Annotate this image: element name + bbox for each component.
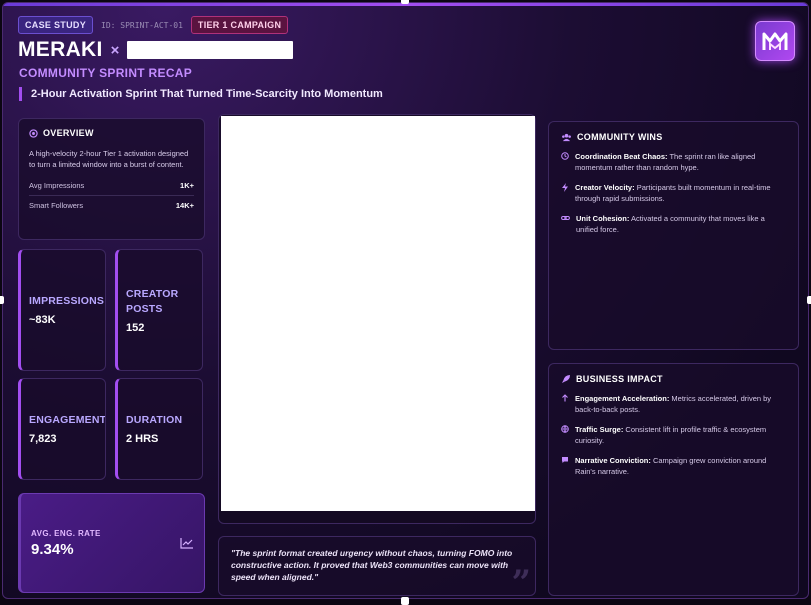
business-impact-heading: BUSINESS IMPACT — [561, 374, 786, 384]
chat-bubble-icon — [562, 457, 568, 463]
impact-item-narrative: Narrative Conviction: Campaign grew conv… — [561, 455, 786, 477]
brand-logo — [755, 21, 795, 61]
metric-duration: DURATION 2 HRS — [115, 378, 203, 480]
link-icon — [561, 216, 570, 220]
trend-chart-icon — [180, 538, 193, 549]
resize-handle-top[interactable] — [401, 0, 409, 4]
case-study-badge: CASE STUDY — [18, 16, 94, 34]
win-item-creator-velocity: Creator Velocity: Participants built mom… — [561, 182, 786, 204]
quote-mark-icon: ” — [511, 563, 531, 599]
people-icon — [562, 133, 571, 141]
case-id-label: ID: SPRINT-ACT-01 — [101, 20, 183, 30]
globe-icon — [561, 425, 569, 433]
resize-handle-bottom[interactable] — [401, 597, 409, 605]
metric-avg-eng-rate: AVG. ENG. RATE 9.34% — [18, 493, 205, 593]
tier-badge: TIER 1 CAMPAIGN — [190, 16, 289, 34]
community-wins-card: COMMUNITY WINS Coordination Beat Chaos: … — [548, 121, 799, 350]
resize-handle-right[interactable] — [807, 296, 811, 304]
resize-handle-left[interactable] — [0, 296, 4, 304]
metric-impressions: IMPRESSIONS ~83K — [18, 249, 106, 371]
meraki-logo-icon — [762, 32, 788, 50]
business-impact-card: BUSINESS IMPACT Engagement Acceleration:… — [548, 363, 799, 596]
clock-icon — [561, 152, 569, 160]
testimonial-quote: "The sprint format created urgency witho… — [218, 536, 536, 599]
lightning-icon — [562, 183, 568, 192]
page-subtitle: COMMUNITY SPRINT RECAP — [19, 66, 193, 80]
impact-item-engagement: Engagement Acceleration: Metrics acceler… — [561, 393, 786, 415]
stat-smart-followers: Smart Followers 14K+ — [29, 201, 194, 210]
quote-text: "The sprint format created urgency witho… — [231, 548, 513, 582]
page-title: MERAKI — [18, 38, 103, 61]
metric-creator-posts: CREATOR POSTS 152 — [115, 249, 203, 371]
arrow-up-icon — [562, 394, 568, 402]
stat-avg-impressions: Avg Impressions 1K+ — [29, 176, 194, 196]
metric-engagements: ENGAGEMENTS 7,823 — [18, 378, 106, 480]
header-tags: CASE STUDY ID: SPRINT-ACT-01 TIER 1 CAMP… — [18, 16, 289, 34]
win-item-unit-cohesion: Unit Cohesion: Activated a community tha… — [561, 213, 786, 235]
target-icon — [29, 128, 38, 138]
title-row: MERAKI × — [18, 38, 294, 62]
media-panel — [218, 114, 536, 524]
impact-item-traffic: Traffic Surge: Consistent lift in profil… — [561, 424, 786, 446]
overview-description: A high-velocity 2-hour Tier 1 activation… — [29, 149, 189, 169]
redacted-partner-name — [127, 41, 294, 59]
community-wins-heading: COMMUNITY WINS — [561, 132, 786, 142]
overview-heading: OVERVIEW — [29, 128, 194, 138]
collab-separator: × — [110, 41, 120, 59]
overview-card: OVERVIEW A high-velocity 2-hour Tier 1 a… — [18, 118, 205, 240]
win-item-coordination: Coordination Beat Chaos: The sprint ran … — [561, 151, 786, 173]
blank-image-placeholder — [221, 116, 535, 511]
rocket-icon — [562, 375, 570, 383]
page-tagline: 2-Hour Activation Sprint That Turned Tim… — [19, 87, 383, 101]
case-study-card: CASE STUDY ID: SPRINT-ACT-01 TIER 1 CAMP… — [2, 2, 809, 599]
